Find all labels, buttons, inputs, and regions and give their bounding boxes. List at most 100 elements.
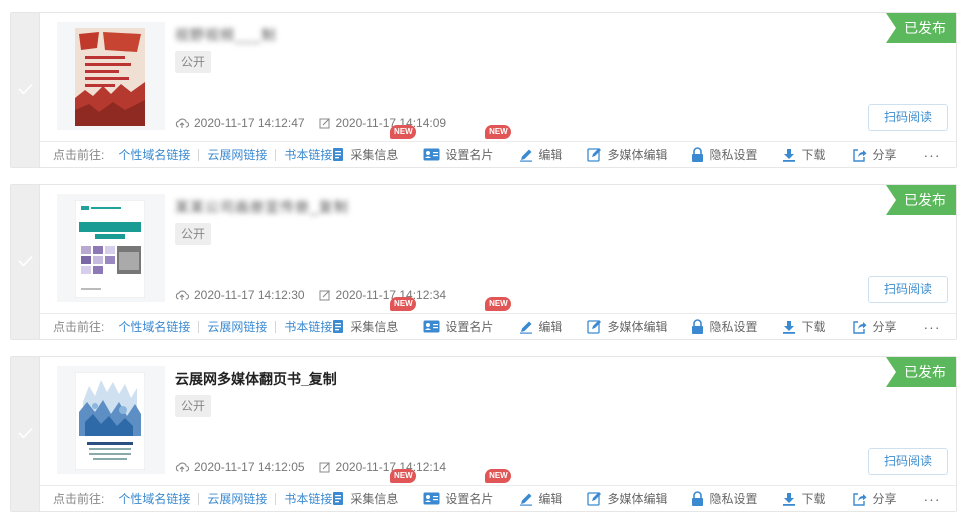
new-badge: NEW	[485, 469, 512, 483]
book-card: 云展网多媒体翻页书_复制 公开 2020-11-17 14:12:05 2020…	[10, 356, 957, 512]
lock-icon	[692, 147, 704, 162]
share-label: 分享	[872, 148, 897, 162]
media-edit-button[interactable]: 多媒体编辑	[587, 490, 667, 507]
download-button[interactable]: 下载	[782, 318, 825, 335]
download-button[interactable]: 下载	[782, 146, 825, 163]
share-button[interactable]: 分享	[852, 146, 897, 163]
custom-domain-link[interactable]: 个性域名链接	[118, 318, 190, 335]
id-card-icon	[423, 148, 440, 161]
new-badge: NEW	[485, 297, 512, 311]
collect-info-button[interactable]: 采集信息 NEW	[332, 125, 417, 163]
download-icon	[783, 492, 796, 506]
form-icon	[333, 320, 344, 333]
custom-domain-link[interactable]: 个性域名链接	[118, 490, 190, 507]
more-menu-button[interactable]: ···	[924, 491, 941, 507]
yunzhan-link[interactable]: 云展网链接	[207, 490, 267, 507]
lock-icon	[692, 491, 704, 506]
edit-button[interactable]: 编辑	[519, 146, 562, 163]
book-link[interactable]: 书本链接	[284, 490, 332, 507]
scan-read-button[interactable]: 扫码阅读	[868, 104, 948, 131]
edit-button[interactable]: 编辑	[519, 318, 562, 335]
divider	[275, 320, 277, 333]
book-thumbnail[interactable]	[57, 22, 165, 130]
edit-button[interactable]: 编辑	[519, 490, 562, 507]
collect-info-label: 采集信息	[350, 148, 399, 162]
media-edit-button[interactable]: 多媒体编辑	[587, 318, 667, 335]
ebook-thumbnail-icon	[75, 372, 145, 470]
select-checkbox[interactable]	[11, 185, 40, 339]
download-icon	[783, 320, 796, 334]
cloud-upload-icon	[175, 118, 189, 128]
set-card-button[interactable]: 设置名片 NEW	[423, 125, 512, 163]
share-icon	[853, 148, 867, 162]
download-button[interactable]: 下载	[782, 490, 825, 507]
privacy-button[interactable]: 隐私设置	[691, 318, 757, 335]
select-checkbox[interactable]	[11, 357, 40, 511]
yunzhan-link[interactable]: 云展网链接	[207, 318, 267, 335]
action-bar: 点击前往: 个性域名链接 云展网链接 书本链接 采集信息 NEW 设置名片 NE…	[40, 469, 956, 511]
custom-domain-link[interactable]: 个性域名链接	[118, 146, 190, 163]
share-button[interactable]: 分享	[852, 318, 897, 335]
book-title[interactable]: 某某公司画册宣传册_复制	[175, 197, 349, 217]
visibility-tag: 公开	[175, 395, 212, 417]
book-link[interactable]: 书本链接	[284, 318, 332, 335]
share-icon	[853, 492, 867, 506]
edit-time-icon	[319, 290, 330, 301]
share-button[interactable]: 分享	[852, 490, 897, 507]
book-thumbnail[interactable]	[57, 194, 165, 302]
status-label: 已发布	[904, 192, 946, 208]
set-card-label: 设置名片	[445, 320, 494, 334]
form-icon	[333, 492, 344, 505]
edit-time: 2020-11-17 14:12:14	[319, 459, 446, 475]
edit-time-icon	[319, 118, 330, 129]
more-menu-button[interactable]: ···	[924, 147, 941, 163]
scan-read-button[interactable]: 扫码阅读	[868, 276, 948, 303]
cloud-upload-icon	[175, 290, 189, 300]
privacy-button[interactable]: 隐私设置	[691, 146, 757, 163]
upload-time-text: 2020-11-17 14:12:05	[194, 460, 305, 474]
upload-time-text: 2020-11-17 14:12:30	[194, 288, 305, 302]
collect-info-button[interactable]: 采集信息 NEW	[332, 469, 417, 507]
book-title[interactable]: 视野视频___制	[175, 25, 276, 45]
download-label: 下载	[801, 320, 826, 334]
media-edit-label: 多媒体编辑	[607, 320, 668, 334]
edit-time: 2020-11-17 14:12:34	[319, 287, 446, 303]
poster-thumbnail-icon	[75, 28, 145, 126]
pencil-icon	[520, 149, 533, 162]
privacy-label: 隐私设置	[709, 148, 758, 162]
action-bar: 点击前往: 个性域名链接 云展网链接 书本链接 采集信息 NEW 设置名片 NE…	[40, 125, 956, 167]
new-badge: NEW	[390, 469, 417, 483]
status-badge: 已发布	[886, 185, 956, 215]
share-label: 分享	[872, 320, 897, 334]
share-label: 分享	[872, 492, 897, 506]
media-edit-label: 多媒体编辑	[607, 148, 668, 162]
check-icon	[18, 83, 33, 95]
new-badge: NEW	[390, 125, 417, 139]
edit-label: 编辑	[538, 492, 563, 506]
divider	[275, 148, 277, 161]
media-edit-button[interactable]: 多媒体编辑	[587, 146, 667, 163]
privacy-button[interactable]: 隐私设置	[691, 490, 757, 507]
cloud-upload-icon	[175, 462, 189, 472]
more-menu-button[interactable]: ···	[924, 319, 941, 335]
divider	[198, 148, 200, 161]
edit-time-icon	[319, 462, 330, 473]
book-title[interactable]: 云展网多媒体翻页书_复制	[175, 369, 337, 389]
set-card-button[interactable]: 设置名片 NEW	[423, 469, 512, 507]
book-link[interactable]: 书本链接	[284, 146, 332, 163]
collect-info-button[interactable]: 采集信息 NEW	[332, 297, 417, 335]
status-badge: 已发布	[886, 13, 956, 43]
set-card-label: 设置名片	[445, 148, 494, 162]
scan-read-button[interactable]: 扫码阅读	[868, 448, 948, 475]
status-label: 已发布	[904, 20, 946, 36]
upload-time: 2020-11-17 14:12:47	[175, 115, 305, 131]
book-thumbnail[interactable]	[57, 366, 165, 474]
check-icon	[18, 427, 33, 439]
pencil-icon	[520, 321, 533, 334]
yunzhan-link[interactable]: 云展网链接	[207, 146, 267, 163]
download-label: 下载	[801, 492, 826, 506]
select-checkbox[interactable]	[11, 13, 40, 167]
goto-label: 点击前往:	[53, 492, 105, 506]
status-label: 已发布	[904, 364, 946, 380]
set-card-button[interactable]: 设置名片 NEW	[423, 297, 512, 335]
